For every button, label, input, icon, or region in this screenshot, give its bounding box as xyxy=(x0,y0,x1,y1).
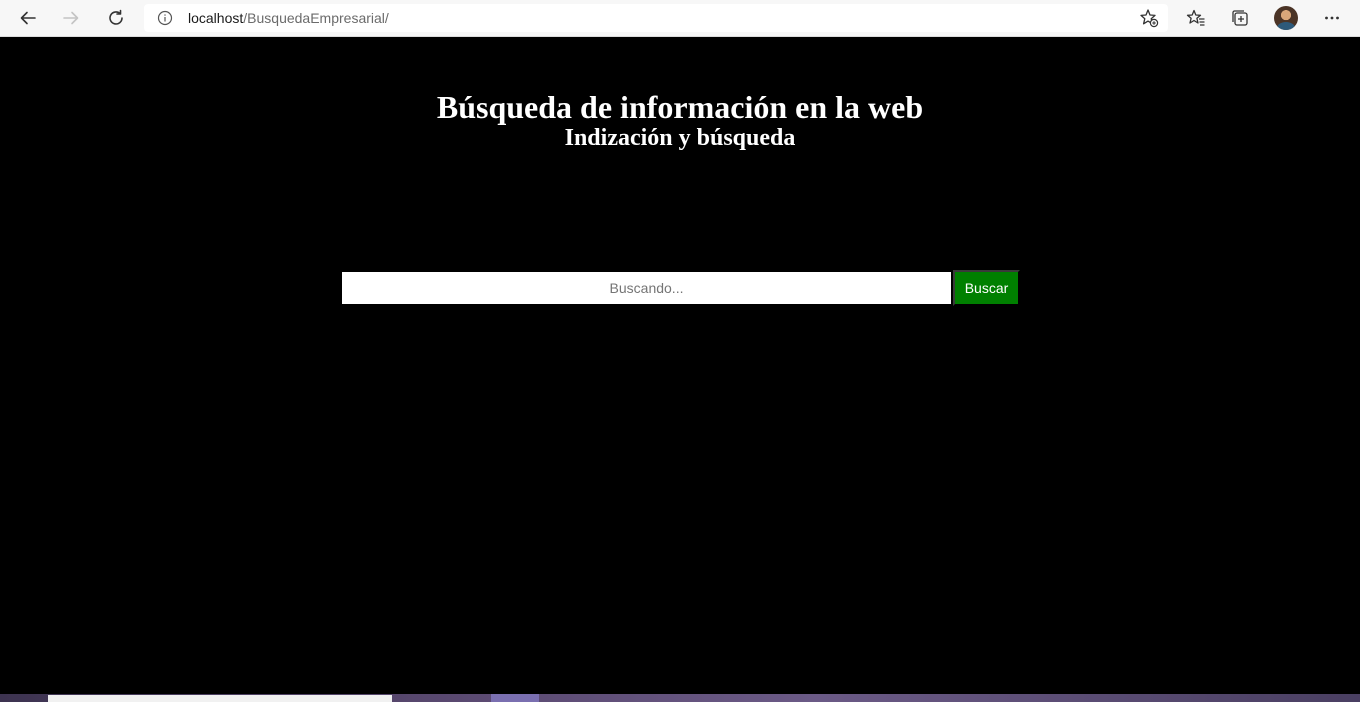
page-title: Búsqueda de información en la web xyxy=(436,89,924,125)
url-text[interactable]: localhost/BusquedaEmpresarial/ xyxy=(188,10,389,26)
forward-button[interactable] xyxy=(56,4,86,32)
page-content: Búsqueda de información en la web Indiza… xyxy=(0,38,1360,694)
reload-button[interactable] xyxy=(101,4,131,32)
url-path: /BusquedaEmpresarial/ xyxy=(243,10,389,26)
url-host: localhost xyxy=(188,10,244,26)
page-subtitle: Indización y búsqueda xyxy=(564,125,796,151)
collections-button[interactable] xyxy=(1225,4,1255,32)
back-arrow-icon xyxy=(20,11,36,25)
back-button[interactable] xyxy=(13,4,43,32)
info-icon[interactable] xyxy=(157,10,173,26)
add-favorite-button[interactable] xyxy=(1138,7,1160,29)
search-button[interactable]: Buscar xyxy=(953,270,1020,306)
reload-icon xyxy=(109,9,123,25)
taskbar-active-app[interactable] xyxy=(491,694,539,702)
search-input[interactable] xyxy=(342,272,951,304)
forward-arrow-icon xyxy=(63,11,79,25)
collections-icon xyxy=(1232,10,1248,26)
avatar[interactable] xyxy=(1274,6,1298,30)
more-menu-icon xyxy=(1325,16,1339,20)
browser-toolbar: localhost/BusquedaEmpresarial/ xyxy=(0,0,1360,37)
add-favorite-icon xyxy=(1140,9,1159,28)
taskbar-search-box[interactable] xyxy=(48,695,392,702)
address-bar[interactable]: localhost/BusquedaEmpresarial/ xyxy=(144,4,1168,32)
favorites-icon xyxy=(1186,9,1205,26)
more-menu-button[interactable] xyxy=(1317,4,1347,32)
favorites-button[interactable] xyxy=(1181,4,1211,32)
taskbar xyxy=(0,694,1360,702)
